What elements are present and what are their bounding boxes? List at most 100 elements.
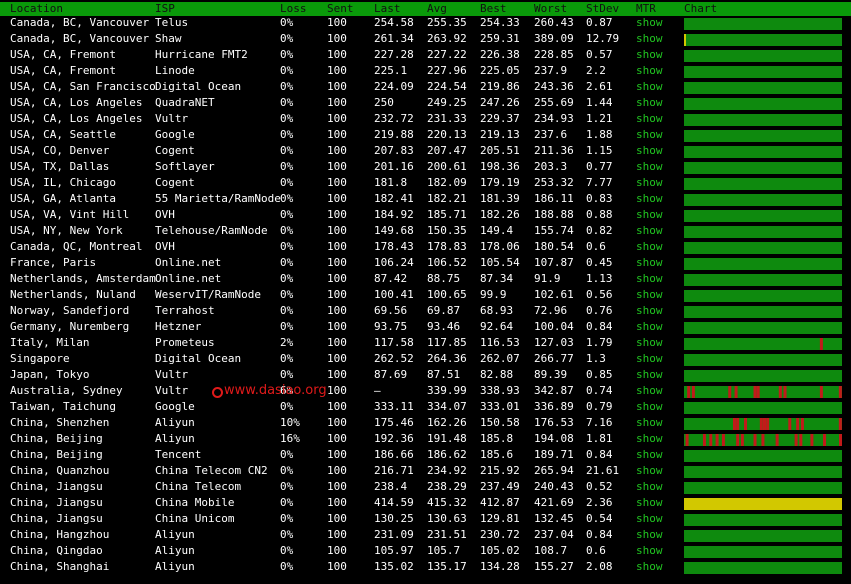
mtr-show-link[interactable]: show bbox=[636, 447, 663, 463]
mtr-show-link[interactable]: show bbox=[636, 95, 663, 111]
mtr-show-link[interactable]: show bbox=[636, 63, 663, 79]
location-cell: USA, CO, Denver bbox=[10, 144, 110, 157]
loss-cell: 0% bbox=[280, 240, 294, 253]
worst-cell: 265.94 bbox=[534, 464, 574, 477]
mtr-show-link[interactable]: show bbox=[636, 559, 663, 575]
chart-bar bbox=[684, 402, 842, 414]
stdev-cell: 1.21 bbox=[586, 112, 613, 125]
mtr-show-link[interactable]: show bbox=[636, 399, 663, 415]
mtr-show-link[interactable]: show bbox=[636, 47, 663, 63]
sent-cell: 100 bbox=[327, 256, 347, 269]
mtr-show-link[interactable]: show bbox=[636, 79, 663, 95]
mtr-show-link[interactable]: show bbox=[636, 479, 663, 495]
mtr-show-link[interactable]: show bbox=[636, 239, 663, 255]
last-cell: 149.68 bbox=[374, 224, 414, 237]
mtr-show-link[interactable]: show bbox=[636, 511, 663, 527]
mtr-show-link[interactable]: show bbox=[636, 351, 663, 367]
worst-cell: 389.09 bbox=[534, 32, 574, 45]
best-cell: 182.26 bbox=[480, 208, 520, 221]
best-cell: 105.02 bbox=[480, 544, 520, 557]
mtr-show-link[interactable]: show bbox=[636, 303, 663, 319]
stdev-cell: 0.84 bbox=[586, 528, 613, 541]
loss-cell: 0% bbox=[280, 64, 294, 77]
worst-cell: 255.69 bbox=[534, 96, 574, 109]
chart-bar bbox=[684, 178, 842, 190]
mtr-show-link[interactable]: show bbox=[636, 415, 663, 431]
worst-cell: 102.61 bbox=[534, 288, 574, 301]
last-cell: 130.25 bbox=[374, 512, 414, 525]
mtr-show-link[interactable]: show bbox=[636, 431, 663, 447]
table-row: China, Shanghai Aliyun 0% 100 135.02 135.17 13… bbox=[0, 559, 851, 575]
mtr-show-link[interactable]: show bbox=[636, 367, 663, 383]
table-row: USA, CA, Fremont Hurricane FMT2 0% 100 227.2… bbox=[0, 47, 851, 63]
last-cell: 250 bbox=[374, 96, 394, 109]
location-cell: China, Beijing bbox=[10, 448, 103, 461]
column-header-best: Best bbox=[480, 2, 507, 15]
chart-bar bbox=[684, 258, 842, 270]
stdev-cell: 2.61 bbox=[586, 80, 613, 93]
avg-cell: 150.35 bbox=[427, 224, 467, 237]
sent-cell: 100 bbox=[327, 144, 347, 157]
chart-bar bbox=[684, 242, 842, 254]
loss-cell: 0% bbox=[280, 288, 294, 301]
mtr-show-link[interactable]: show bbox=[636, 207, 663, 223]
loss-cell: 0% bbox=[280, 560, 294, 573]
latency-chart bbox=[684, 338, 842, 350]
last-cell: 254.58 bbox=[374, 16, 414, 29]
latency-chart bbox=[684, 450, 842, 462]
stdev-cell: 7.16 bbox=[586, 416, 613, 429]
mtr-show-link[interactable]: show bbox=[636, 495, 663, 511]
mtr-show-link[interactable]: show bbox=[636, 175, 663, 191]
isp-cell: Aliyun bbox=[155, 544, 195, 557]
mtr-show-link[interactable]: show bbox=[636, 287, 663, 303]
mtr-show-link[interactable]: show bbox=[636, 271, 663, 287]
best-cell: 219.13 bbox=[480, 128, 520, 141]
last-cell: 231.09 bbox=[374, 528, 414, 541]
stdev-cell: 0.83 bbox=[586, 192, 613, 205]
location-cell: China, Qingdao bbox=[10, 544, 103, 557]
mtr-show-link[interactable]: show bbox=[636, 127, 663, 143]
mtr-show-link[interactable]: show bbox=[636, 255, 663, 271]
worst-cell: 342.87 bbox=[534, 384, 574, 397]
mtr-show-link[interactable]: show bbox=[636, 143, 663, 159]
mtr-show-link[interactable]: show bbox=[636, 335, 663, 351]
best-cell: 247.26 bbox=[480, 96, 520, 109]
location-cell: China, Beijing bbox=[10, 432, 103, 445]
mtr-show-link[interactable]: show bbox=[636, 223, 663, 239]
last-cell: 186.66 bbox=[374, 448, 414, 461]
mtr-show-link[interactable]: show bbox=[636, 319, 663, 335]
worst-cell: 260.43 bbox=[534, 16, 574, 29]
avg-cell: 255.35 bbox=[427, 16, 467, 29]
stdev-cell: 1.13 bbox=[586, 272, 613, 285]
loss-cell: 0% bbox=[280, 96, 294, 109]
worst-cell: 237.6 bbox=[534, 128, 568, 141]
mtr-show-link[interactable]: show bbox=[636, 383, 663, 399]
chart-loss-spike bbox=[709, 434, 713, 446]
mtr-show-link[interactable]: show bbox=[636, 463, 663, 479]
loss-cell: 0% bbox=[280, 16, 294, 29]
table-row: China, Shenzhen Aliyun 10% 100 175.46 162.26 1… bbox=[0, 415, 851, 431]
mtr-show-link[interactable]: show bbox=[636, 31, 663, 47]
mtr-show-link[interactable]: show bbox=[636, 159, 663, 175]
worst-cell: 240.43 bbox=[534, 480, 574, 493]
latency-chart bbox=[684, 50, 842, 62]
mtr-show-link[interactable]: show bbox=[636, 15, 663, 31]
chart-bar bbox=[684, 194, 842, 206]
isp-cell: China Telecom CN2 bbox=[155, 464, 268, 477]
column-header-last: Last bbox=[374, 2, 401, 15]
worst-cell: 127.03 bbox=[534, 336, 574, 349]
mtr-show-link[interactable]: show bbox=[636, 527, 663, 543]
mtr-show-link[interactable]: show bbox=[636, 543, 663, 559]
isp-cell: Aliyun bbox=[155, 560, 195, 573]
mtr-show-link[interactable]: show bbox=[636, 191, 663, 207]
stdev-cell: 1.88 bbox=[586, 128, 613, 141]
worst-cell: 72.96 bbox=[534, 304, 568, 317]
table-row: China, Hangzhou Aliyun 0% 100 231.09 231.51 23… bbox=[0, 527, 851, 543]
chart-loss-spike bbox=[715, 434, 719, 446]
stdev-cell: 0.84 bbox=[586, 448, 613, 461]
mtr-show-link[interactable]: show bbox=[636, 111, 663, 127]
location-cell: China, Hangzhou bbox=[10, 528, 110, 541]
avg-cell: 87.51 bbox=[427, 368, 461, 381]
chart-latency-spike bbox=[684, 34, 686, 46]
table-row: USA, CA, Fremont Linode 0% 100 225.1 227.96 22… bbox=[0, 63, 851, 79]
